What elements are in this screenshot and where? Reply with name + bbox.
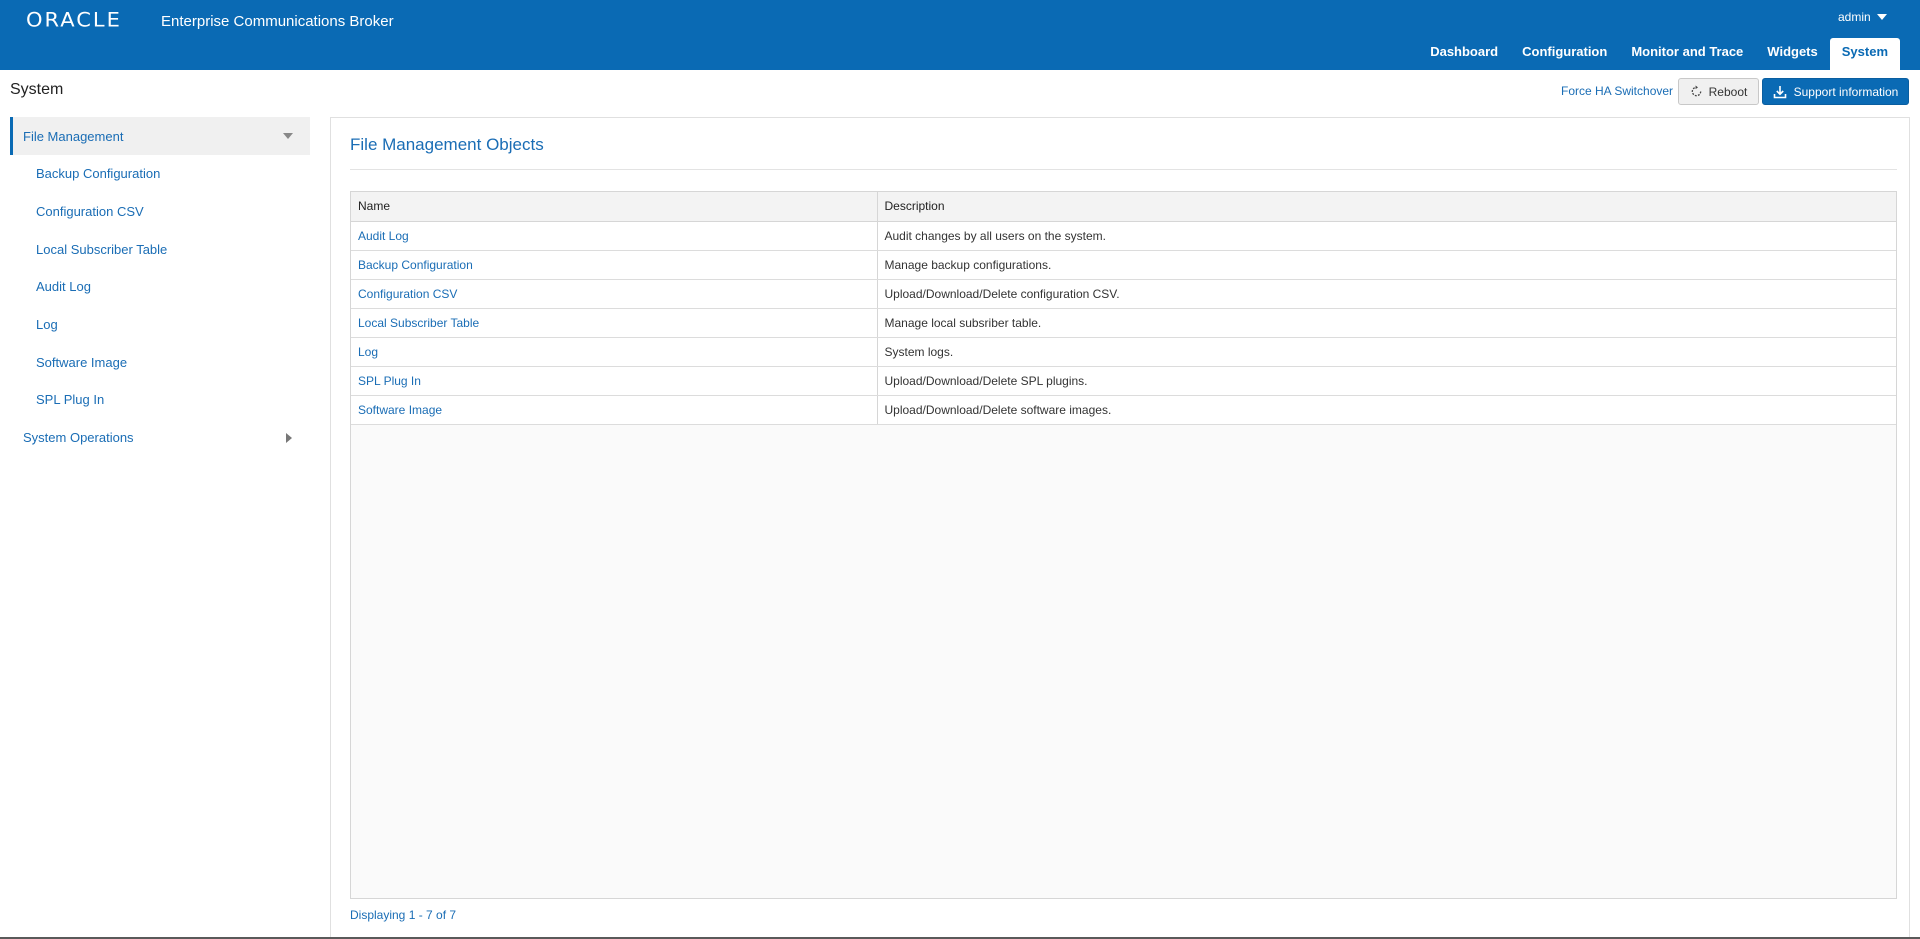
table-row[interactable]: Software Image Upload/Download/Delete so… [351, 395, 1896, 425]
sidebar-group-file-management[interactable]: File Management [10, 117, 310, 155]
row-name-link[interactable]: Local Subscriber Table [351, 308, 878, 338]
objects-table-container: Name Description Audit Log Audit changes… [350, 191, 1897, 899]
user-name: admin [1838, 10, 1871, 24]
tab-widgets[interactable]: Widgets [1755, 38, 1829, 70]
row-name-link[interactable]: SPL Plug In [351, 366, 878, 396]
tab-dashboard[interactable]: Dashboard [1418, 38, 1510, 70]
sidebar-group-label: File Management [23, 128, 124, 144]
sidebar-item-configuration-csv[interactable]: Configuration CSV [0, 193, 320, 231]
row-description: Upload/Download/Delete configuration CSV… [877, 279, 1896, 309]
chevron-down-icon [1876, 14, 1887, 20]
row-name-link[interactable]: Audit Log [351, 221, 878, 251]
sidebar: File Management Backup Configuration Con… [0, 117, 320, 457]
user-menu[interactable]: admin [1838, 10, 1887, 24]
panel-title: File Management Objects [350, 135, 544, 154]
tab-configuration[interactable]: Configuration [1510, 38, 1619, 70]
chevron-right-icon [286, 432, 292, 443]
row-name-link[interactable]: Software Image [351, 395, 878, 425]
row-name-link[interactable]: Configuration CSV [351, 279, 878, 309]
table-row[interactable]: Configuration CSV Upload/Download/Delete… [351, 279, 1896, 309]
reboot-button[interactable]: Reboot [1678, 78, 1759, 105]
column-header-description[interactable]: Description [877, 192, 1896, 222]
table-row[interactable]: Local Subscriber Table Manage local subs… [351, 308, 1896, 338]
sidebar-item-local-subscriber-table[interactable]: Local Subscriber Table [0, 230, 320, 268]
row-name-link[interactable]: Log [351, 337, 878, 367]
tab-monitor-and-trace[interactable]: Monitor and Trace [1619, 38, 1755, 70]
table-row[interactable]: SPL Plug In Upload/Download/Delete SPL p… [351, 366, 1896, 396]
objects-table: Name Description Audit Log Audit changes… [351, 192, 1896, 425]
sidebar-item-audit-log[interactable]: Audit Log [0, 268, 320, 306]
divider [350, 169, 1897, 170]
sidebar-item-backup-configuration[interactable]: Backup Configuration [0, 155, 320, 193]
download-icon [1773, 85, 1786, 98]
sidebar-group-system-operations[interactable]: System Operations [10, 419, 310, 457]
pagination-count: Displaying 1 - 7 of 7 [350, 908, 457, 922]
main-nav: Dashboard Configuration Monitor and Trac… [1418, 38, 1900, 70]
row-description: Manage local subsriber table. [877, 308, 1896, 338]
column-header-name[interactable]: Name [351, 192, 878, 222]
table-row[interactable]: Backup Configuration Manage backup confi… [351, 250, 1896, 280]
table-header-row: Name Description [351, 192, 1896, 222]
table-row[interactable]: Audit Log Audit changes by all users on … [351, 221, 1896, 251]
sidebar-item-spl-plug-in[interactable]: SPL Plug In [0, 381, 320, 419]
page-title: System [10, 81, 64, 98]
oracle-logo: ORACLE [26, 8, 122, 32]
tab-system[interactable]: System [1829, 38, 1900, 70]
table-row[interactable]: Log System logs. [351, 337, 1896, 367]
support-information-button[interactable]: Support information [1762, 78, 1909, 105]
row-description: Upload/Download/Delete software images. [877, 395, 1896, 425]
sidebar-item-software-image[interactable]: Software Image [0, 343, 320, 381]
row-description: Upload/Download/Delete SPL plugins. [877, 366, 1896, 396]
row-description: Manage backup configurations. [877, 250, 1896, 280]
chevron-down-icon [283, 133, 293, 139]
refresh-icon [1691, 85, 1701, 97]
row-description: System logs. [877, 337, 1896, 367]
content-panel: File Management Objects Name Description… [330, 117, 1910, 939]
app-header: ORACLE Enterprise Communications Broker … [0, 0, 1920, 70]
sidebar-group-label: System Operations [23, 430, 134, 446]
support-information-label: Support information [1793, 84, 1899, 99]
row-name-link[interactable]: Backup Configuration [351, 250, 878, 280]
force-ha-switchover-link[interactable]: Force HA Switchover [1561, 84, 1673, 98]
sidebar-item-log[interactable]: Log [0, 306, 320, 344]
row-description: Audit changes by all users on the system… [877, 221, 1896, 251]
reboot-label: Reboot [1708, 84, 1748, 99]
app-title: Enterprise Communications Broker [161, 13, 394, 30]
